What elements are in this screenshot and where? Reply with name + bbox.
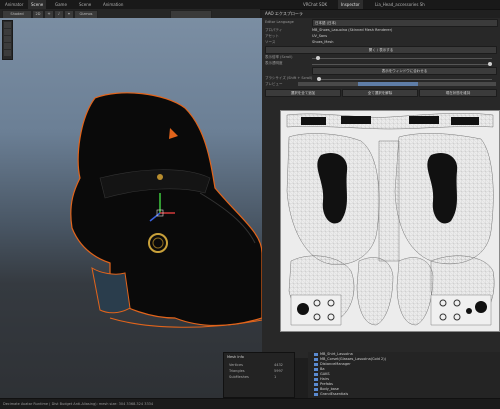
tab-animator[interactable]: Animator	[2, 0, 26, 9]
rotate-tool-icon[interactable]	[4, 36, 11, 42]
gameobject-icon	[314, 363, 318, 366]
gameobject-icon	[314, 368, 318, 371]
tab-vrchat-sdk[interactable]: VRChat SDK	[300, 0, 330, 9]
window-title: AAO エクスプローラ	[262, 10, 500, 18]
source-label: ソース	[265, 40, 276, 44]
scene-viewport[interactable]	[0, 18, 262, 398]
language-label: Editor Language	[265, 20, 294, 24]
submeshes-label: SubMeshes	[229, 375, 249, 379]
triangles-value: 5997	[274, 369, 283, 373]
scale-slider-knob[interactable]	[316, 56, 320, 60]
tab-game[interactable]: Game	[52, 0, 70, 9]
brush-size-slider[interactable]	[320, 79, 492, 80]
brush-size-slider-knob[interactable]	[317, 77, 321, 81]
tab-scene-2[interactable]: Scene	[76, 0, 94, 9]
language-dropdown[interactable]: 日本語 (日本)	[312, 19, 498, 27]
clear-selection-button[interactable]: 全て選択を解除	[342, 89, 418, 97]
opacity-label: 表示透明度	[265, 61, 283, 65]
preview-toggle-left[interactable]	[298, 82, 358, 86]
mesh-info-panel: Mesh Info Vertices 4432 Triangles 5997 S…	[223, 352, 295, 398]
gameobject-icon	[314, 383, 318, 386]
gameobject-icon	[314, 358, 318, 361]
status-bar: Decimate Avatar Runtime ( Dist Budget An…	[0, 398, 500, 409]
gameobject-icon	[314, 353, 318, 356]
open-button[interactable]: 開く / 表示する	[265, 46, 497, 54]
gameobject-icon	[314, 393, 318, 396]
uv-map-canvas[interactable]	[280, 110, 500, 332]
hierarchy-panel: MB_Shirt_Lasuolna MB_Corset(Glasses_Lasu…	[308, 352, 500, 398]
preview-label: プレビュー	[265, 82, 283, 86]
vertices-label: Vertices	[229, 363, 243, 367]
settings-section: Editor Language 日本語 (日本) プロパティ MB_Shoes_…	[262, 18, 500, 110]
preview-toggle-mid[interactable]	[358, 82, 418, 86]
scale-slider[interactable]	[312, 58, 492, 59]
opacity-slider-knob[interactable]	[488, 62, 492, 66]
gameobject-icon	[314, 388, 318, 391]
hierarchy-item[interactable]: GrandEssentials	[320, 392, 348, 397]
mesh-info-title: Mesh Info	[227, 355, 244, 359]
tool-palette	[2, 20, 13, 60]
source-value: Shoes_Mesh	[312, 40, 334, 44]
rect-tool-icon[interactable]	[4, 50, 11, 56]
keep-state-button[interactable]: 現在状態を維持	[419, 89, 497, 97]
tab-animation[interactable]: Animation	[100, 0, 126, 9]
hand-tool-icon[interactable]	[4, 22, 11, 28]
shoe-model	[70, 92, 262, 328]
fit-window-button[interactable]: 表示をウィンドウに合わせる	[312, 67, 497, 75]
tab-inspector[interactable]: Inspector	[338, 0, 363, 9]
add-all-selection-button[interactable]: 選択を全て追加	[265, 89, 341, 97]
hierarchy-item[interactable]: DistanceManager	[320, 362, 351, 367]
uv-wireframe	[281, 111, 499, 331]
move-tool-icon[interactable]	[4, 29, 11, 35]
tab-shader[interactable]: Lia_Head_accessories Sh	[372, 0, 428, 9]
opacity-slider[interactable]	[312, 64, 492, 65]
gameobject-icon	[314, 378, 318, 381]
gameobject-icon	[314, 373, 318, 376]
scale-tool-icon[interactable]	[4, 43, 11, 49]
submeshes-value: 1	[274, 375, 277, 379]
preview-toggle-right[interactable]	[418, 82, 496, 86]
triangles-label: Triangles	[229, 369, 245, 373]
tab-scene[interactable]: Scene	[28, 0, 47, 9]
vertices-value: 4432	[274, 363, 283, 367]
